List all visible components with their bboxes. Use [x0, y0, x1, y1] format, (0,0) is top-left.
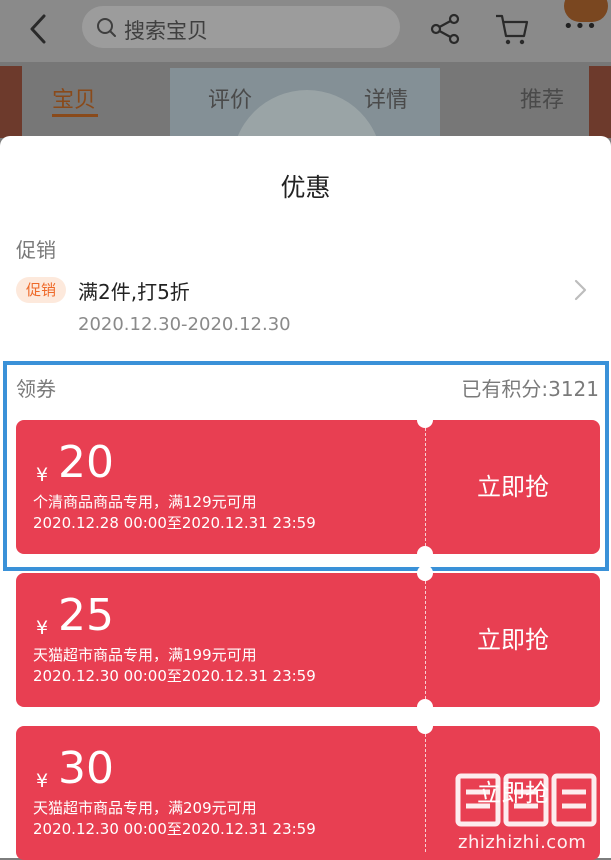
promotion-section-label: 促销: [16, 238, 56, 262]
coupon-amount: 30: [58, 743, 114, 794]
promotion-date: 2020.12.30-2020.12.30: [78, 314, 291, 335]
back-arrow-icon[interactable]: [24, 12, 54, 46]
tab-xiangqing[interactable]: 详情: [364, 82, 408, 114]
coupon-condition: 天猫超市商品专用，满209元可用: [33, 799, 257, 817]
more-icon[interactable]: •••: [563, 18, 598, 36]
search-placeholder: 搜索宝贝: [124, 19, 208, 43]
decor-right: [589, 66, 611, 138]
active-tab-indicator: [52, 114, 98, 117]
currency-symbol: ¥: [36, 464, 49, 486]
coupon-condition: 天猫超市商品专用，满199元可用: [33, 646, 257, 664]
share-icon[interactable]: [428, 12, 462, 46]
coupon-validity: 2020.12.30 00:00至2020.12.31 23:59: [33, 820, 316, 838]
coupon-amount: 20: [58, 437, 114, 488]
decor-left: [0, 66, 22, 138]
currency-symbol: ¥: [36, 770, 49, 792]
watermark-logo: [455, 773, 597, 827]
coupon-amount: 25: [58, 590, 114, 641]
coupon-section-label: 领券: [16, 377, 56, 401]
promotion-title: 满2件,打5折: [78, 280, 190, 304]
promotion-badge: 促销: [16, 277, 66, 303]
coupon-card: ¥ 25 天猫超市商品专用，满199元可用 2020.12.30 00:00至2…: [16, 565, 600, 715]
tab-pingjia[interactable]: 评价: [208, 82, 252, 114]
coupon-validity: 2020.12.28 00:00至2020.12.31 23:59: [33, 514, 316, 532]
watermark-text: zhizhizhi.com: [458, 832, 587, 853]
chevron-right-icon: [574, 279, 587, 301]
grab-coupon-button[interactable]: 立即抢: [426, 420, 600, 554]
coupon-card: ¥ 20 个清商品商品专用，满129元可用 2020.12.28 00:00至2…: [16, 412, 600, 562]
search-input[interactable]: 搜索宝贝: [82, 6, 400, 48]
tab-baobei[interactable]: 宝贝: [52, 82, 96, 114]
sheet-title: 优惠: [280, 173, 331, 202]
coupon-validity: 2020.12.30 00:00至2020.12.31 23:59: [33, 667, 316, 685]
search-icon: [97, 18, 116, 37]
currency-symbol: ¥: [36, 617, 49, 639]
tab-tuijian[interactable]: 推荐: [520, 82, 564, 114]
grab-coupon-button[interactable]: 立即抢: [426, 573, 600, 707]
cart-icon[interactable]: [494, 12, 530, 46]
points-balance: 已有积分:3121: [461, 377, 599, 401]
coupon-condition: 个清商品商品专用，满129元可用: [33, 493, 257, 511]
